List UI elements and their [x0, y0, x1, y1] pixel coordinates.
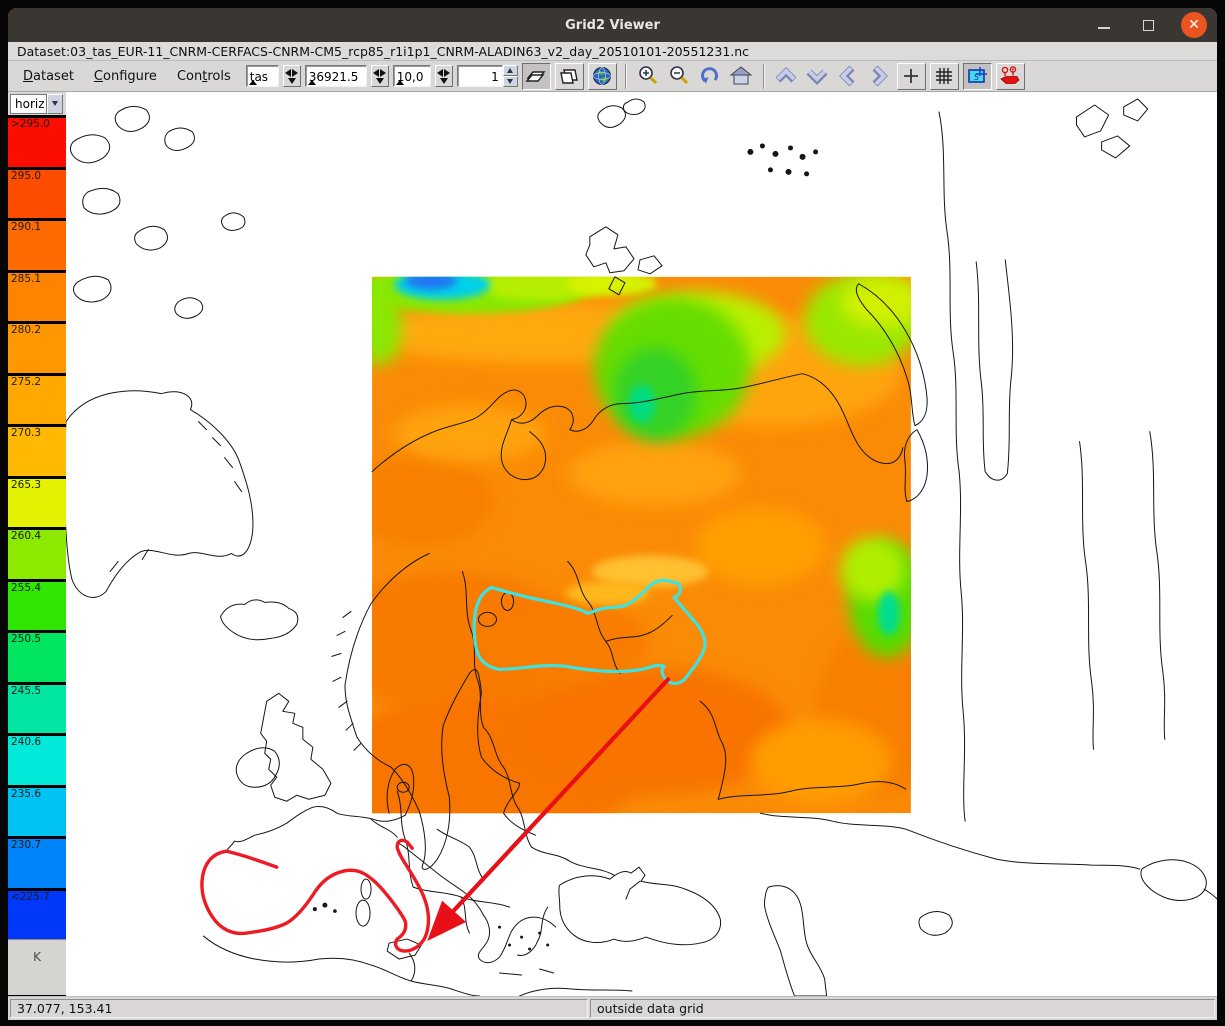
colorbar-cell: <225.7 [8, 888, 66, 940]
colorbar-cell: 265.3 [8, 476, 66, 528]
dataset-bar: Dataset: 03_tas_EUR-11_CNRM-CERFACS-CNRM… [8, 42, 1217, 61]
colorbar-cell: 240.6 [8, 733, 66, 785]
time-input[interactable] [309, 68, 363, 86]
colorbar-cell: 275.2 [8, 373, 66, 425]
copy-pages-icon [558, 67, 580, 85]
home-button[interactable] [728, 63, 755, 90]
colorbar-cell: 280.2 [8, 321, 66, 373]
red-region-outline [202, 840, 428, 951]
colorbar: >295.0 295.0 290.1 285.1 280.2 275.2 270… [8, 115, 66, 939]
chevron-right-button[interactable] [866, 63, 893, 90]
chevron-right-icon [868, 64, 890, 88]
colorbar-cell: 290.1 [8, 218, 66, 270]
colorbar-cell: 270.3 [8, 424, 66, 476]
undo-rotate-icon [699, 65, 721, 87]
probe-red-icon [999, 66, 1021, 86]
print-pages-button[interactable] [522, 63, 551, 90]
combo-tick-icon [308, 80, 316, 85]
copy-pages-button[interactable] [555, 63, 584, 90]
toolbar: Dataset Configure Controls [8, 61, 1217, 92]
maximize-button[interactable] [1137, 14, 1159, 36]
colorbar-cell: 295.0 [8, 167, 66, 219]
status-message: outside data grid [590, 999, 1215, 1018]
menu-dataset[interactable]: Dataset [18, 66, 79, 87]
minimize-icon [1098, 21, 1110, 29]
chevron-left-icon [837, 64, 859, 88]
zoom-in-button[interactable] [635, 63, 662, 90]
colorbar-panel: horiz >295.0 295.0 290.1 285.1 280.2 275… [8, 92, 66, 996]
time-stepper[interactable] [371, 65, 389, 87]
chevron-up-button[interactable] [773, 63, 800, 90]
colorbar-cell: 230.7 [8, 836, 66, 888]
colorbar-cell: 235.6 [8, 785, 66, 837]
view-mode-selector[interactable]: horiz [10, 94, 63, 114]
dataset-filename: 03_tas_EUR-11_CNRM-CERFACS-CNRM-CM5_rcp8… [70, 44, 749, 59]
colorbar-cell: 260.4 [8, 527, 66, 579]
grid-icon [935, 67, 953, 85]
status-bar: 37.077, 153.41 outside data grid [8, 996, 1217, 1020]
dataset-label: Dataset: [17, 44, 70, 59]
map-svg [66, 92, 1217, 996]
grid-button[interactable] [930, 63, 959, 90]
colorbar-cell: >295.0 [8, 115, 66, 167]
time-field[interactable] [305, 65, 367, 87]
globe-button[interactable] [588, 63, 617, 90]
frame-down-button[interactable] [503, 76, 518, 87]
window-title: Grid2 Viewer [8, 18, 1217, 33]
menu-controls[interactable]: Controls [172, 66, 236, 87]
chevron-down-button[interactable] [804, 63, 831, 90]
combo-tick-icon [249, 80, 257, 85]
menu-configure[interactable]: Configure [89, 66, 162, 87]
chevron-left-button[interactable] [835, 63, 862, 90]
chevron-down-icon [805, 65, 829, 87]
colorbar-cell: 245.5 [8, 682, 66, 734]
globe-icon [592, 66, 612, 86]
frame-up-button[interactable] [503, 65, 518, 76]
app-window: Grid2 Viewer ✕ Dataset: 03_tas_EUR-11_CN… [8, 8, 1217, 1020]
frame-input[interactable] [461, 68, 499, 86]
chevron-up-icon [774, 65, 798, 87]
home-icon [729, 65, 753, 87]
temperature-raster [319, 266, 946, 846]
colorbar-cell: 255.4 [8, 579, 66, 631]
frame-spinbox[interactable] [457, 65, 518, 87]
display-crosshair-icon: 5 [966, 66, 988, 86]
toolbar-separator [625, 64, 627, 89]
print-pages-icon [525, 67, 547, 85]
zoom-in-icon [637, 65, 659, 87]
combo-tick-icon [396, 80, 404, 85]
level-stepper[interactable] [435, 65, 453, 87]
plus-button[interactable] [897, 63, 926, 90]
undo-rotate-button[interactable] [697, 63, 724, 90]
probe-red-button[interactable] [996, 63, 1025, 90]
variable-field[interactable] [246, 65, 279, 87]
toolbar-separator [763, 64, 765, 89]
variable-stepper[interactable] [283, 65, 301, 87]
level-field[interactable] [393, 65, 431, 87]
view-mode-value: horiz [10, 94, 47, 114]
colorbar-cell: 250.5 [8, 630, 66, 682]
title-bar: Grid2 Viewer ✕ [8, 8, 1217, 42]
status-coordinates: 37.077, 153.41 [10, 999, 588, 1018]
minimize-button[interactable] [1093, 14, 1115, 36]
maximize-icon [1143, 20, 1154, 31]
colorbar-units: K [8, 939, 66, 995]
display-crosshair-button[interactable]: 5 [963, 63, 992, 90]
zoom-out-icon [668, 65, 690, 87]
svg-text:5: 5 [974, 73, 979, 82]
plus-icon [902, 67, 920, 85]
close-button[interactable]: ✕ [1181, 12, 1207, 38]
zoom-out-button[interactable] [666, 63, 693, 90]
chevron-down-icon[interactable] [47, 94, 63, 114]
map-canvas[interactable] [66, 92, 1217, 996]
colorbar-cell: 285.1 [8, 270, 66, 322]
